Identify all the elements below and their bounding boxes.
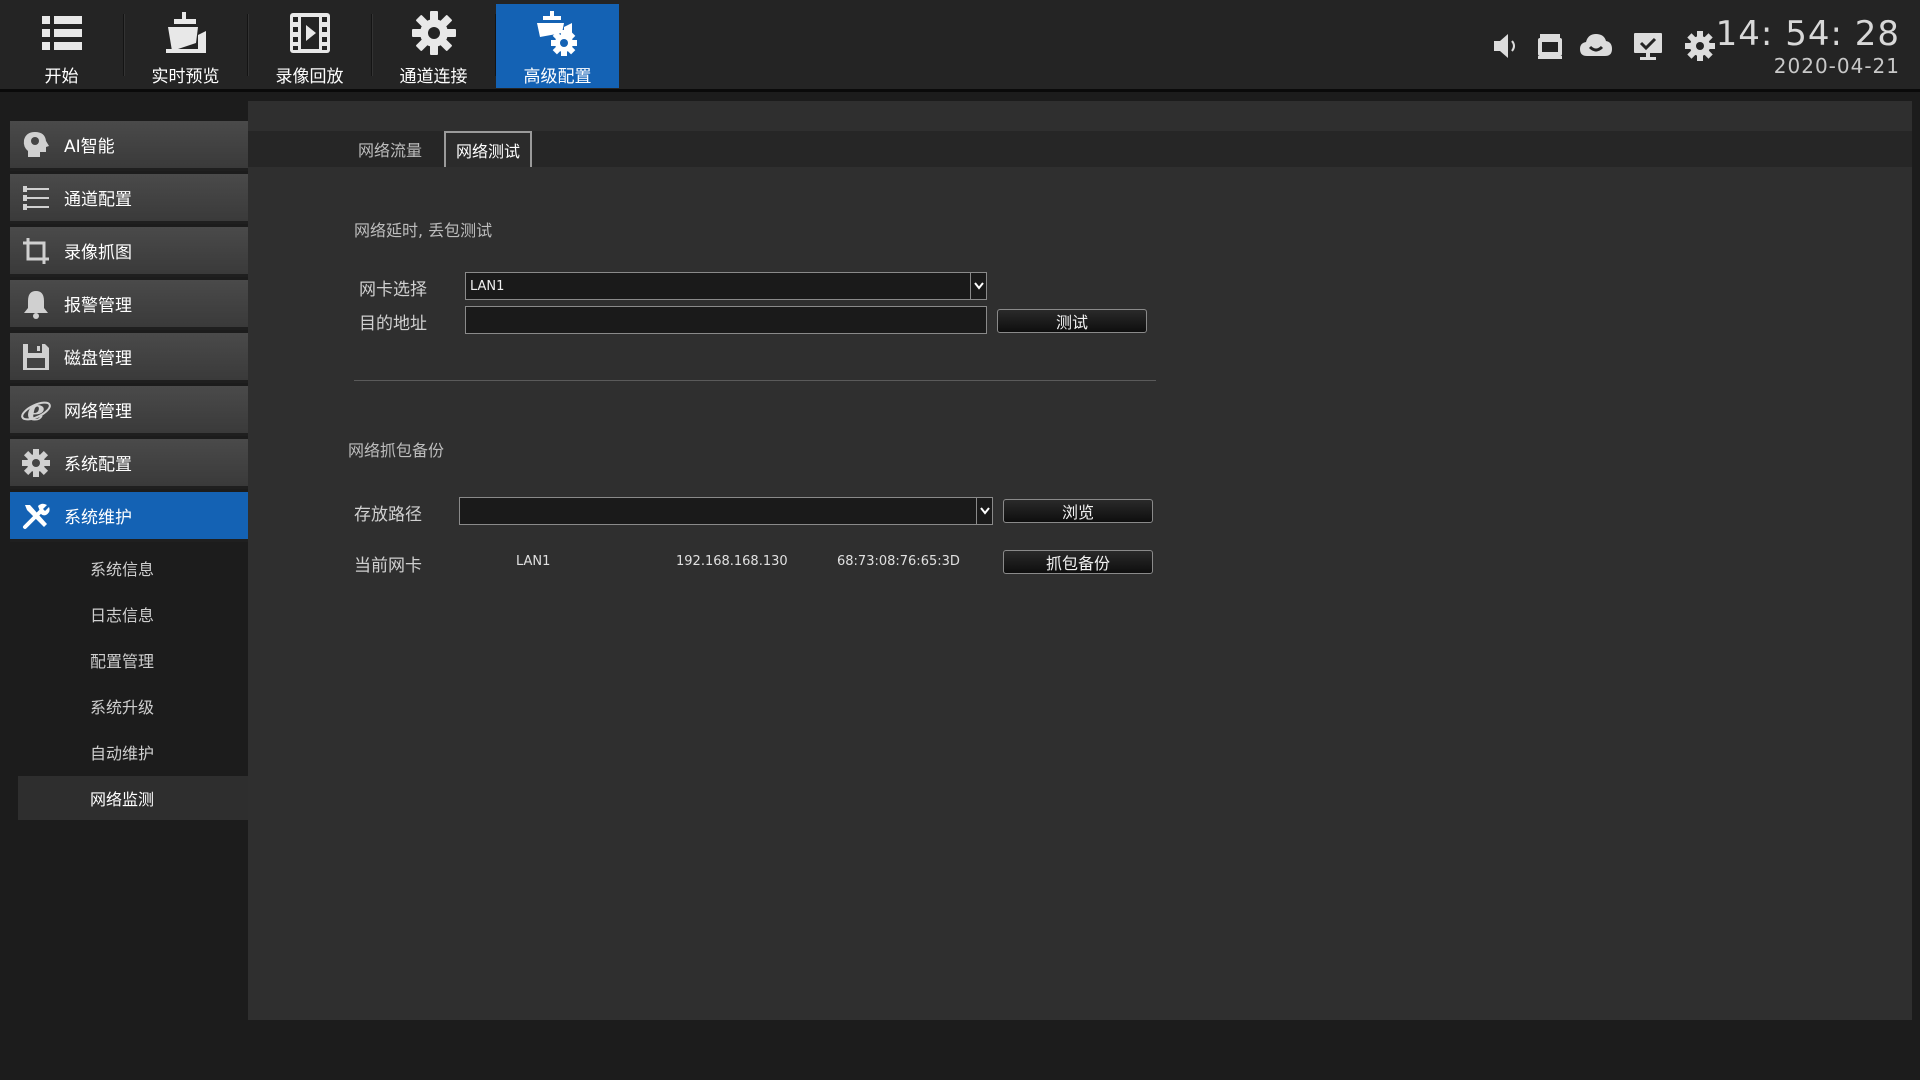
nav-playback[interactable]: 录像回放 [248, 4, 371, 88]
sidebar-subitem-system-info[interactable]: 系统信息 [18, 546, 248, 590]
nav-live-preview[interactable]: 实时预览 [124, 4, 247, 88]
sidebar-subitem-network-monitor[interactable]: 网络监测 [18, 776, 248, 820]
disk-icon [23, 343, 49, 370]
chevron-down-icon [976, 498, 992, 524]
current-nic-value: LAN1 [516, 554, 551, 569]
sidebar-item-system-config[interactable]: 系统配置 [10, 439, 248, 489]
sidebar-item-label: 网络管理 [64, 402, 132, 422]
sidebar-subitem-system-upgrade[interactable]: 系统升级 [18, 684, 248, 728]
nav-playback-label: 录像回放 [275, 67, 344, 87]
gear-icon [22, 448, 50, 477]
film-icon [289, 13, 330, 53]
browse-button[interactable]: 浏览 [1003, 499, 1153, 523]
content-panel: 网络流量 网络测试 网络延时, 丢包测试 网卡选择 LAN1 目的地址 测试 网… [248, 101, 1912, 1020]
nav-advanced-config[interactable]: 高级配置 [496, 4, 619, 88]
nav-live-preview-label: 实时预览 [151, 67, 220, 87]
sidebar-item-ai[interactable]: AI智能 [10, 121, 248, 171]
tab-network-traffic[interactable]: 网络流量 [348, 131, 432, 167]
content-header-strip [248, 101, 1912, 131]
nic-select-dropdown[interactable]: LAN1 [465, 272, 987, 300]
sidebar-item-label: 系统维护 [64, 508, 132, 528]
nav-channel-connect-label: 通道连接 [399, 67, 468, 87]
sidebar-item-label: 报警管理 [64, 296, 132, 316]
tools-icon [23, 503, 50, 529]
crop-icon [23, 237, 49, 264]
destination-address-input[interactable] [465, 306, 987, 334]
test-button[interactable]: 测试 [997, 309, 1147, 333]
destination-address-label: 目的地址 [359, 314, 427, 334]
mac-address-value: 68:73:08:76:65:3D [837, 554, 960, 569]
tab-network-test[interactable]: 网络测试 [444, 131, 533, 167]
speaker-icon[interactable] [1488, 28, 1524, 64]
svg-text:e: e [27, 394, 45, 426]
nav-channel-connect[interactable]: 通道连接 [372, 4, 495, 88]
ie-icon: e [21, 394, 51, 426]
cloud-icon[interactable] [1578, 28, 1614, 64]
sliders-icon [23, 185, 49, 210]
nic-select-value: LAN1 [470, 278, 505, 294]
camera-icon [165, 12, 206, 53]
gear-icon [411, 11, 456, 55]
bell-icon [24, 290, 48, 319]
capture-backup-button[interactable]: 抓包备份 [1003, 550, 1153, 574]
ai-head-icon [23, 131, 49, 157]
clock-time: 14: 54: 28 [1715, 14, 1900, 54]
sidebar-item-label: 磁盘管理 [64, 349, 132, 369]
sidebar-item-label: AI智能 [64, 137, 115, 157]
sidebar-subitem-config-management[interactable]: 配置管理 [18, 638, 248, 682]
nav-start[interactable]: 开始 [0, 4, 123, 88]
sidebar-subitem-log-info[interactable]: 日志信息 [18, 592, 248, 636]
current-nic-label: 当前网卡 [354, 556, 422, 576]
monitor-icon[interactable] [1630, 28, 1666, 64]
capture-section-title: 网络抓包备份 [348, 441, 445, 460]
sidebar-item-channel-config[interactable]: 通道配置 [10, 174, 248, 224]
storage-path-label: 存放路径 [354, 505, 422, 525]
top-navigation-bar: 开始 实时预览 录像回放 通道连接 高级配置 14: 54: 28 2020-0… [0, 0, 1920, 92]
nav-start-label: 开始 [44, 67, 79, 87]
sidebar-item-disk[interactable]: 磁盘管理 [10, 333, 248, 383]
list-icon [41, 16, 82, 50]
sidebar-item-record-capture[interactable]: 录像抓图 [10, 227, 248, 277]
latency-test-section-title: 网络延时, 丢包测试 [354, 221, 493, 240]
sidebar-item-label: 录像抓图 [64, 243, 132, 263]
settings-icon[interactable] [1682, 28, 1718, 64]
sidebar: AI智能 通道配置 录像抓图 报警管理 磁盘管理 e 网络管理 系统配置 系统维… [0, 95, 248, 1080]
nic-select-label: 网卡选择 [359, 280, 427, 300]
sidebar-item-label: 系统配置 [64, 455, 132, 475]
sidebar-item-alarm[interactable]: 报警管理 [10, 280, 248, 330]
sidebar-item-network[interactable]: e 网络管理 [10, 386, 248, 436]
camera-gear-icon [536, 11, 577, 56]
ip-address-value: 192.168.168.130 [676, 554, 788, 569]
nav-advanced-config-label: 高级配置 [523, 67, 592, 87]
clock-date: 2020-04-21 [1773, 54, 1900, 78]
recorder-icon[interactable] [1532, 28, 1568, 64]
storage-path-dropdown[interactable] [459, 497, 993, 525]
sidebar-subitem-auto-maintenance[interactable]: 自动维护 [18, 730, 248, 774]
chevron-down-icon [970, 273, 986, 299]
sidebar-item-system-maintenance[interactable]: 系统维护 [10, 492, 248, 542]
sidebar-item-label: 通道配置 [64, 190, 132, 210]
section-divider [354, 380, 1156, 381]
